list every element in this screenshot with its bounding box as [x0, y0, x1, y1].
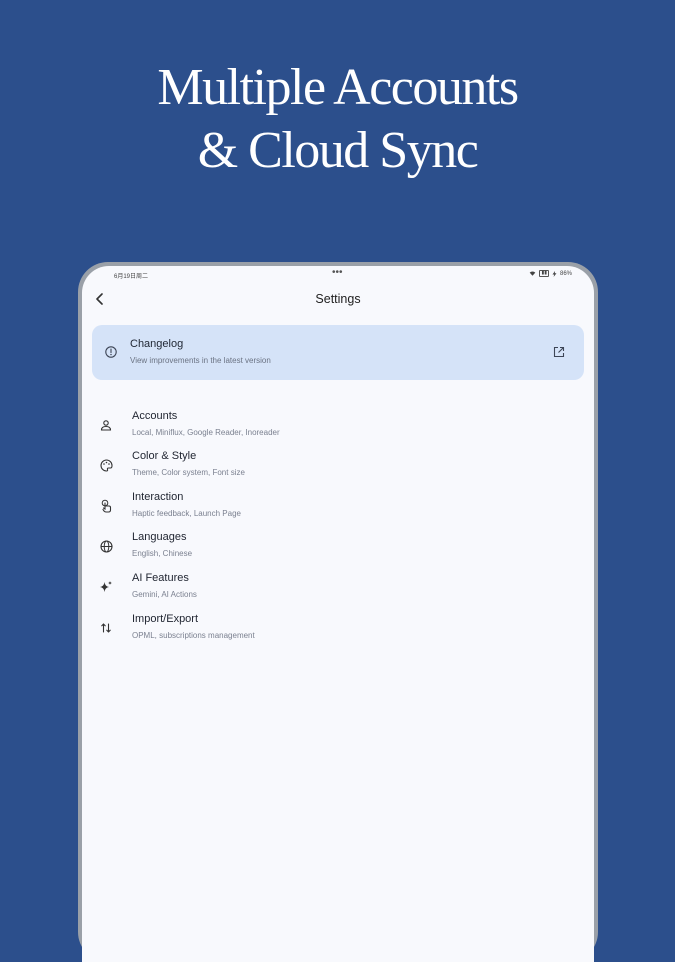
sparkle-icon: [98, 579, 114, 595]
settings-item-title: Import/Export: [132, 613, 199, 625]
info-icon: [105, 346, 117, 358]
multitask-dots[interactable]: •••: [332, 267, 343, 278]
settings-item-title: Interaction: [132, 491, 184, 503]
hero-line-2: & Cloud Sync: [197, 122, 479, 179]
changelog-title: Changelog: [130, 338, 184, 350]
settings-item-import-export[interactable]: Import/Export OPML, subscriptions manage…: [82, 609, 594, 647]
settings-item-ai-features[interactable]: AI Features Gemini, AI Actions: [82, 568, 594, 606]
wifi-icon: [530, 271, 536, 276]
settings-item-subtitle: OPML, subscriptions management: [132, 631, 255, 640]
person-icon: [98, 417, 114, 433]
settings-item-interaction[interactable]: Interaction Haptic feedback, Launch Page: [82, 487, 594, 525]
status-indicators: ▮▮ 86%: [529, 270, 572, 277]
settings-item-title: AI Features: [132, 572, 189, 584]
page-title: Settings: [315, 292, 361, 306]
tablet-screen: 6月19日周二 ••• ▮▮ 86% Settings Changelog Vi…: [82, 266, 594, 962]
battery-icon: ▮▮: [539, 270, 549, 277]
settings-item-color-style[interactable]: Color & Style Theme, Color system, Font …: [82, 446, 594, 484]
battery-percent: 86%: [559, 270, 572, 277]
hero-line-1: Multiple Accounts: [157, 59, 519, 116]
swap-vertical-icon: [98, 620, 114, 636]
tablet-frame: 6月19日周二 ••• ▮▮ 86% Settings Changelog Vi…: [78, 262, 598, 962]
settings-item-title: Languages: [132, 531, 187, 543]
status-time: 6月19日周二: [114, 274, 149, 280]
settings-item-languages[interactable]: Languages English, Chinese: [82, 527, 594, 565]
changelog-subtitle: View improvements in the latest version: [130, 356, 271, 365]
changelog-card[interactable]: Changelog View improvements in the lates…: [92, 325, 584, 380]
settings-item-subtitle: English, Chinese: [132, 549, 193, 558]
palette-icon: [98, 457, 114, 473]
settings-item-subtitle: Haptic feedback, Launch Page: [132, 509, 241, 518]
charging-icon: [552, 270, 557, 277]
settings-item-title: Color & Style: [132, 450, 197, 462]
settings-item-accounts[interactable]: Accounts Local, Miniflux, Google Reader,…: [82, 406, 594, 444]
hero-heading: Multiple Accounts & Cloud Sync: [0, 56, 675, 182]
touch-icon: [98, 498, 114, 514]
status-bar: 6月19日周二 ••• ▮▮ 86%: [82, 266, 594, 282]
settings-item-subtitle: Local, Miniflux, Google Reader, Inoreade…: [132, 428, 280, 437]
app-bar: Settings: [82, 288, 594, 312]
settings-item-subtitle: Theme, Color system, Font size: [132, 468, 245, 477]
globe-icon: [98, 538, 114, 554]
settings-item-title: Accounts: [132, 410, 178, 422]
settings-item-subtitle: Gemini, AI Actions: [132, 590, 197, 599]
open-external-icon[interactable]: [552, 345, 566, 359]
